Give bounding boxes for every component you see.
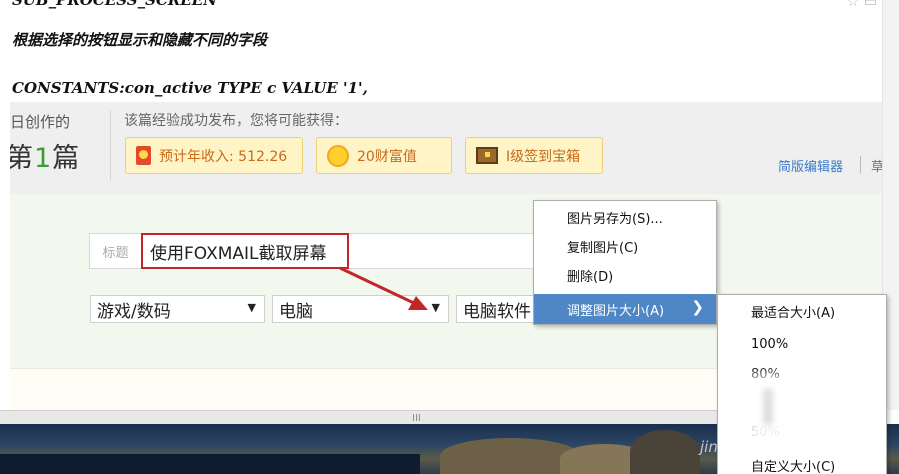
dropdown-arrow-icon: ▼ [247, 301, 256, 314]
link-separator [860, 156, 861, 174]
count-suffix: 篇 [52, 143, 81, 174]
reward-income-badge: 预计年收入: 512.26 [125, 137, 303, 174]
category-value: 游戏/数码 [97, 301, 171, 322]
red-envelope-icon [136, 146, 151, 165]
subcategory-select[interactable]: 电脑 ▼ [272, 295, 449, 323]
subcategory-value: 电脑 [279, 301, 313, 322]
article-count: 第1篇 [10, 136, 80, 175]
title-highlight-box [141, 233, 349, 269]
resize-image-label: 调整图片大小(A) [567, 303, 665, 319]
reward-chest-label: I级签到宝箱 [506, 148, 581, 165]
delete-item[interactable]: 删除(D) [534, 261, 716, 289]
count-number: 1 [34, 143, 53, 174]
stats-divider [110, 110, 111, 180]
third-category-value: 电脑软件 [463, 301, 531, 322]
star-icon[interactable]: ☆ [847, 0, 860, 10]
code-comment: 根据选择的按钮显示和隐藏不同的字段 [12, 31, 268, 49]
copy-image-item[interactable]: 复制图片(C) [534, 232, 716, 260]
custom-size-item[interactable]: 自定义大小(C) [718, 452, 886, 474]
reward-income-label: 预计年收入: 512.26 [159, 148, 288, 165]
code-constants-line: CONSTANTS:con_active TYPE c VALUE '1', [12, 79, 368, 97]
reward-wealth-label: 20财富值 [357, 148, 417, 165]
gain-hint: 该篇经验成功发布，您将可能获得： [124, 113, 348, 129]
count-prefix: 第 [10, 143, 34, 174]
reward-wealth-badge: 20财富值 [316, 137, 452, 174]
horizontal-scrollbar[interactable]: III [0, 410, 718, 424]
code-line-top: SUB_PROCESS_SCREEN [12, 0, 217, 9]
code-editor[interactable]: SUB_PROCESS_SCREEN 根据选择的按钮显示和隐藏不同的字段 CON… [0, 0, 899, 105]
treasure-chest-icon [476, 147, 498, 164]
resize-image-item[interactable]: 调整图片大小(A) ❯ [534, 294, 716, 324]
size-100-item[interactable]: 100% [718, 331, 886, 357]
image-context-menu: 图片另存为(S)... 复制图片(C) 删除(D) 调整图片大小(A) ❯ [533, 200, 717, 325]
scroll-grip-icon[interactable]: III [412, 413, 421, 424]
category-select[interactable]: 游戏/数码 ▼ [90, 295, 265, 323]
day-created-text: 日创作的 [10, 113, 71, 131]
save-image-as-item[interactable]: 图片另存为(S)... [534, 203, 716, 231]
reward-chest-badge: I级签到宝箱 [465, 137, 603, 174]
dropdown-arrow-icon: ▼ [431, 301, 440, 314]
window-icon[interactable]: ▭ [864, 0, 877, 10]
editor-corner-icons: ☆ ▭ [847, 0, 877, 10]
best-fit-item[interactable]: 最适合大小(A) [718, 298, 886, 324]
chevron-right-icon: ❯ [691, 298, 704, 316]
blurred-mark [763, 389, 773, 425]
coin-icon [327, 144, 349, 167]
title-label: 标题 [89, 233, 141, 269]
simple-editor-link[interactable]: 简版编辑器 [778, 156, 843, 175]
stats-bar: 日创作的 第1篇 该篇经验成功发布，您将可能获得： 预计年收入: 512.26 … [10, 102, 883, 194]
